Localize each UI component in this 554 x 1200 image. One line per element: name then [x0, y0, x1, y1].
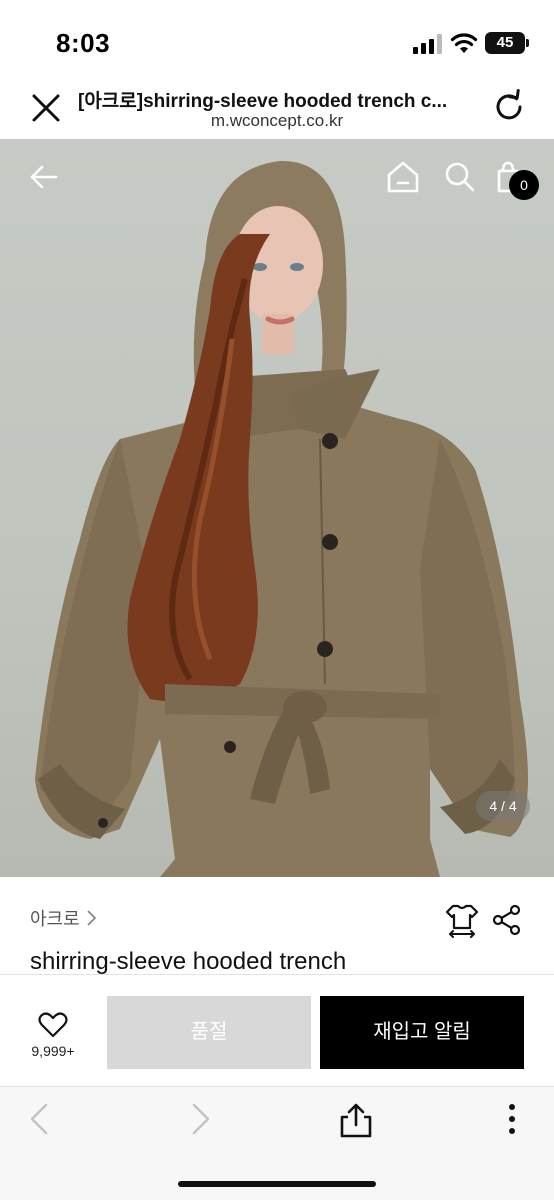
- page-domain[interactable]: m.wconcept.co.kr: [78, 111, 476, 131]
- restock-alert-button[interactable]: 재입고 알림: [320, 996, 524, 1069]
- back-arrow-icon[interactable]: [26, 159, 62, 195]
- more-icon[interactable]: [500, 1101, 524, 1137]
- share-icon[interactable]: [492, 904, 522, 936]
- cart-count-badge: 0: [509, 170, 539, 200]
- battery-icon: 45: [485, 32, 529, 54]
- brand-link[interactable]: 아크로: [30, 905, 98, 931]
- status-time: 8:03: [56, 28, 111, 58]
- forward-icon[interactable]: [186, 1101, 214, 1137]
- reload-icon[interactable]: [490, 88, 528, 126]
- home-indicator: [178, 1181, 376, 1187]
- home-icon[interactable]: [384, 159, 422, 195]
- browser-header: [아크로]shirring-sleeve hooded trench c... …: [0, 80, 554, 138]
- product-photo: [35, 160, 528, 877]
- page-title[interactable]: [아크로]shirring-sleeve hooded trench c...: [78, 86, 476, 113]
- soldout-button[interactable]: 품절: [107, 996, 311, 1069]
- product-image[interactable]: 0 4 / 4: [0, 139, 554, 877]
- purchase-bar: 9,999+ 품절 재입고 알림: [0, 975, 554, 1085]
- image-page-indicator: 4 / 4: [476, 791, 530, 821]
- wishlist-count: 9,999+: [31, 1043, 75, 1059]
- share-icon[interactable]: [338, 1101, 374, 1139]
- brand-name: 아크로: [30, 909, 80, 929]
- status-bar: 8:03 45: [0, 0, 554, 80]
- signal-icon: [413, 34, 442, 54]
- search-icon[interactable]: [442, 159, 478, 195]
- wishlist-button[interactable]: 9,999+: [18, 1005, 88, 1065]
- back-icon[interactable]: [26, 1101, 54, 1137]
- product-name: shirring-sleeve hooded trench: [30, 948, 347, 975]
- close-icon[interactable]: [28, 90, 64, 126]
- size-guide-icon[interactable]: [444, 902, 480, 938]
- browser-toolbar: [0, 1086, 554, 1200]
- heart-icon: [38, 1012, 68, 1038]
- wifi-icon: [450, 33, 478, 53]
- chevron-right-icon: [87, 910, 96, 926]
